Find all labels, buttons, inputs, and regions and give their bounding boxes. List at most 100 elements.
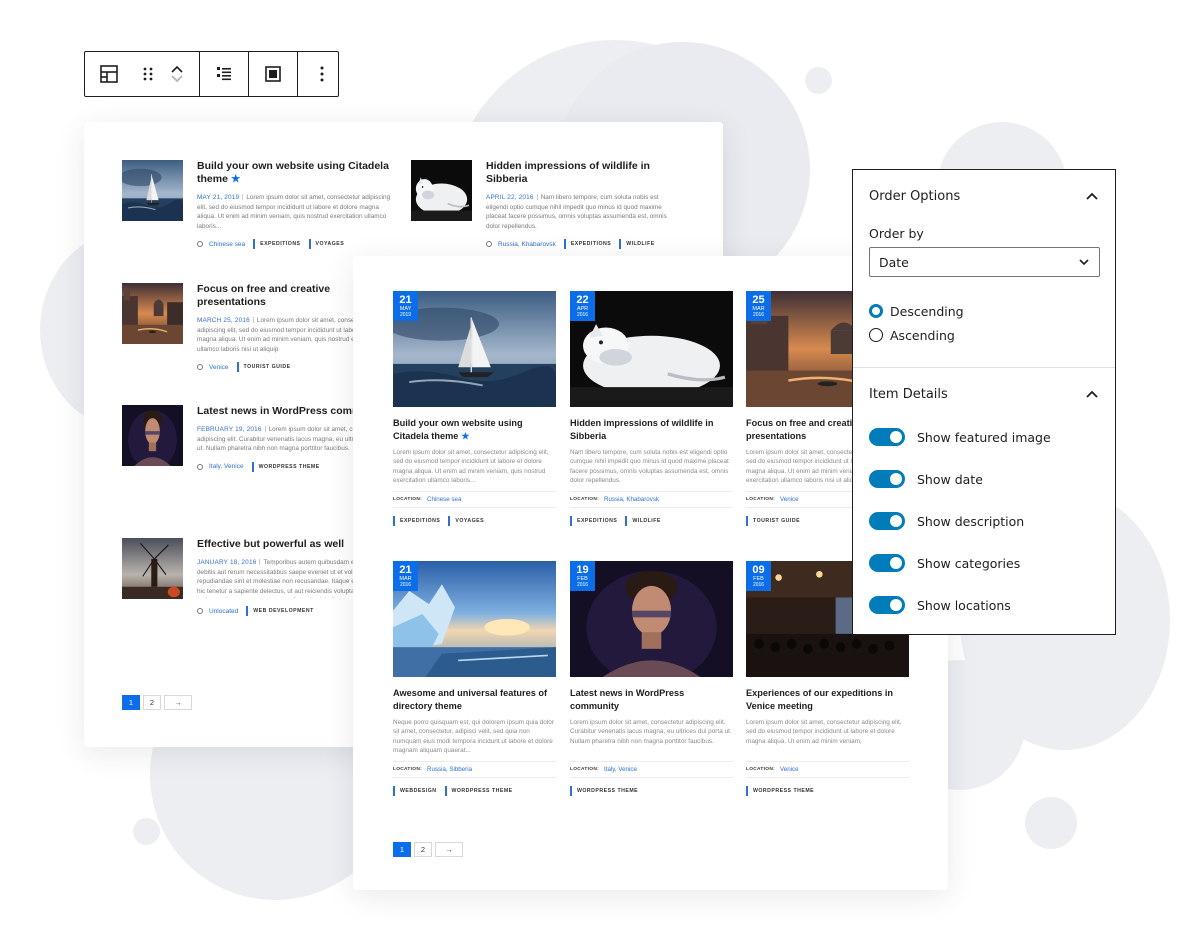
item-location[interactable]: Italy, Venice <box>209 463 244 470</box>
block-type-button[interactable] <box>85 52 133 96</box>
item-category[interactable]: EXPEDITIONS <box>571 241 611 247</box>
item-title[interactable]: Awesome and universal features of direct… <box>393 687 556 712</box>
chevron-up-icon <box>1086 192 1098 200</box>
item-category[interactable]: WORDPRESS THEME <box>452 788 513 794</box>
radio-ascending[interactable]: Ascending <box>869 323 1099 347</box>
more-options-button[interactable] <box>298 52 346 96</box>
radio-label: Ascending <box>890 327 955 343</box>
item-category[interactable]: WORDPRESS THEME <box>753 788 814 794</box>
item-thumbnail[interactable] <box>122 538 183 599</box>
location-pin-icon <box>197 241 203 248</box>
item-location[interactable]: Venice <box>780 496 799 503</box>
item-category[interactable]: WORDPRESS THEME <box>259 464 320 470</box>
move-down-icon[interactable] <box>170 74 184 84</box>
item-location[interactable]: Chinese sea <box>209 241 245 248</box>
item-location[interactable]: Russia, Khabarovsk <box>498 241 556 248</box>
item-details-toggle[interactable]: Item Details <box>869 368 1099 420</box>
order-options-toggle[interactable]: Order Options <box>869 170 1099 222</box>
item-title[interactable]: Build your own website using Citadela th… <box>393 417 556 442</box>
item-title[interactable]: Hidden impressions of wildlife in Sibber… <box>486 160 681 186</box>
item-category[interactable]: WEB DEVELOPMENT <box>253 608 314 614</box>
radio-button[interactable] <box>869 304 883 318</box>
item-thumbnail[interactable] <box>411 160 472 221</box>
item-location[interactable]: Unlocated <box>209 608 238 615</box>
item-location-row: LOCATION: Russia, Khabarovsk <box>570 491 733 508</box>
item-thumbnail[interactable] <box>122 160 183 221</box>
item-category[interactable]: WEBDESIGN <box>400 788 437 794</box>
item-location[interactable]: Russia, Sibberia <box>427 766 472 773</box>
next-page-button[interactable]: → <box>164 695 192 710</box>
item-location[interactable]: Venice <box>780 766 799 773</box>
grid-item: 21 MAR 2016 Awesome and universal features … <box>393 561 556 796</box>
item-tags: WORDPRESS THEME <box>746 786 909 796</box>
page-2-button[interactable]: 2 <box>143 695 161 710</box>
tag-divider <box>236 362 239 373</box>
item-title[interactable]: Experiences of our expeditions in Venice… <box>746 687 909 712</box>
item-thumbnail[interactable] <box>122 405 183 466</box>
item-excerpt: Lorem ipsum dolor sit amet, consectetur … <box>746 719 902 745</box>
meta-separator <box>252 317 254 324</box>
date-day: 21 <box>399 294 412 306</box>
list-view-button[interactable] <box>200 52 248 96</box>
toggle-switch[interactable] <box>869 470 905 488</box>
drag-handle[interactable] <box>133 52 163 96</box>
item-title[interactable]: Hidden impressions of wildlife in Sibber… <box>570 417 733 442</box>
item-title[interactable]: Build your own website using Citadela th… <box>197 160 392 186</box>
toggle-label: Show locations <box>917 597 1011 613</box>
item-title[interactable]: Latest news in WordPress community <box>570 687 733 712</box>
page-1-button[interactable]: 1 <box>122 695 140 710</box>
toggle-row[interactable]: Show locations <box>869 584 1099 626</box>
toolbar-group-block <box>85 52 200 96</box>
radio-label: Descending <box>890 303 964 319</box>
toggle-switch[interactable] <box>869 428 905 446</box>
item-excerpt: Nam libero tempore, cum soluta nobis est… <box>570 449 729 484</box>
item-category[interactable]: VOYAGES <box>455 518 484 524</box>
align-button[interactable] <box>249 52 297 96</box>
location-label: LOCATION: <box>746 767 775 772</box>
page-1-button[interactable]: 1 <box>393 842 411 857</box>
item-category[interactable]: EXPEDITIONS <box>577 518 617 524</box>
date-badge: 09 FEB 2016 <box>746 561 771 591</box>
toolbar-group-list <box>200 52 249 96</box>
toggle-row[interactable]: Show categories <box>869 542 1099 584</box>
item-category[interactable]: EXPEDITIONS <box>400 518 440 524</box>
toggle-row[interactable]: Show description <box>869 500 1099 542</box>
item-category[interactable]: VOYAGES <box>316 241 345 247</box>
toggle-switch[interactable] <box>869 512 905 530</box>
radio-descending[interactable]: Descending <box>869 299 1099 323</box>
order-by-select[interactable]: Date <box>869 247 1100 277</box>
date-day: 09 <box>752 564 765 576</box>
date-badge: 21 MAY 2019 <box>393 291 418 321</box>
item-category[interactable]: TOURIST GUIDE <box>753 518 800 524</box>
item-location[interactable]: Chinese sea <box>427 496 461 503</box>
item-category[interactable]: WORDPRESS THEME <box>577 788 638 794</box>
item-featured-image[interactable]: 21 MAR 2016 <box>393 561 556 677</box>
item-location-row: LOCATION: Venice <box>746 761 909 778</box>
item-category[interactable]: WILDLIFE <box>626 241 655 247</box>
toggle-switch[interactable] <box>869 596 905 614</box>
tag-divider <box>251 461 254 472</box>
item-featured-image[interactable]: 21 MAY 2019 <box>393 291 556 407</box>
item-location[interactable]: Russia, Khabarovsk <box>604 496 659 503</box>
item-tags: Russia, Khabarovsk EXPEDITIONS WILDLIFE <box>486 239 681 250</box>
featured-star-icon: ★ <box>230 173 241 185</box>
item-location[interactable]: Venice <box>209 364 229 371</box>
item-category[interactable]: WILDLIFE <box>632 518 661 524</box>
next-page-button[interactable]: → <box>435 842 463 857</box>
item-thumbnail[interactable] <box>122 283 183 344</box>
toggle-row[interactable]: Show featured image <box>869 416 1099 458</box>
toggle-switch[interactable] <box>869 554 905 572</box>
item-featured-image[interactable]: 19 FEB 2016 <box>570 561 733 677</box>
item-location[interactable]: Italy, Venice <box>604 766 637 773</box>
radio-button[interactable] <box>869 328 883 342</box>
date-day: 19 <box>576 564 589 576</box>
item-featured-image[interactable]: 22 APR 2016 <box>570 291 733 407</box>
item-category[interactable]: EXPEDITIONS <box>260 241 300 247</box>
move-up-icon[interactable] <box>170 64 184 74</box>
item-category[interactable]: TOURIST GUIDE <box>244 364 291 370</box>
item-tags: EXPEDITIONS WILDLIFE <box>570 516 733 526</box>
date-year: 2016 <box>752 312 765 318</box>
page-2-button[interactable]: 2 <box>414 842 432 857</box>
item-location-row: LOCATION: Russia, Sibberia <box>393 761 556 778</box>
toggle-row[interactable]: Show date <box>869 458 1099 500</box>
